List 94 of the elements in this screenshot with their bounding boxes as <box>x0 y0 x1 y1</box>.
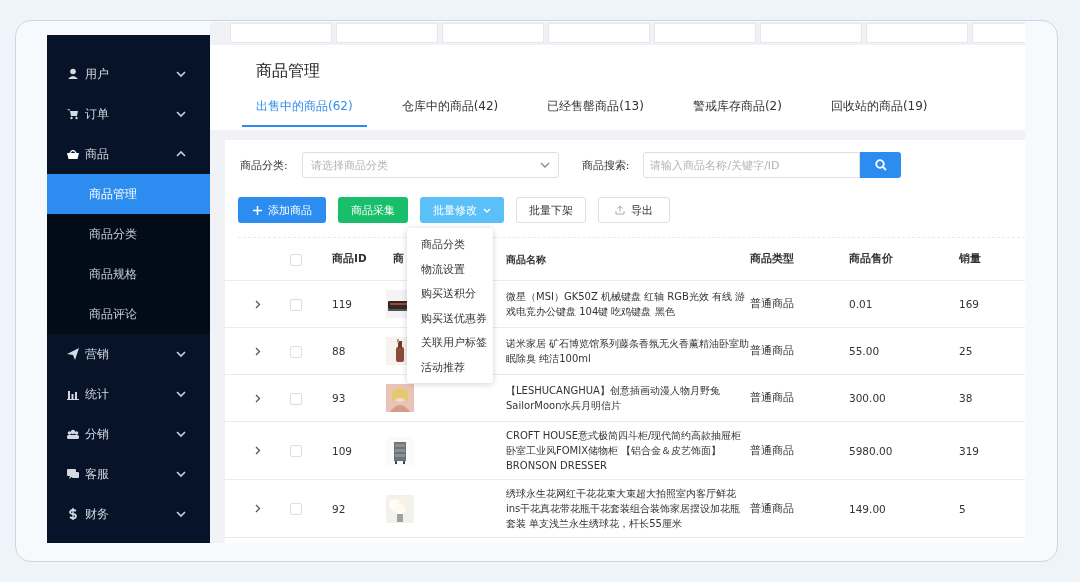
chevron-up-icon <box>483 207 491 213</box>
group-icon <box>67 428 79 440</box>
table-cell-text: 300.00 <box>849 392 887 404</box>
menu-option[interactable]: 关联用户标签 <box>407 330 493 355</box>
chevron-down-icon <box>539 161 550 169</box>
user-icon <box>67 68 79 80</box>
tab[interactable]: 警戒库存商品(2) <box>678 98 796 127</box>
table-cell-text: 92 <box>331 502 347 515</box>
dollar-icon <box>67 508 79 520</box>
menu-item[interactable]: 营销 <box>47 334 210 374</box>
table-cell-text: 诺米家居 矿石博览馆系列藤条香氛无火香薰精油卧室助眠除臭 纯洁100ml <box>506 337 750 366</box>
checkbox[interactable] <box>290 503 302 515</box>
table-cell-text: 绣球永生花网红干花花束大束超大拍照室内客厅鲜花ins干花真花带花瓶干花套装组合装饰家居摆设加花瓶套装 单支浅兰永生绣球花，杆长55厘米 <box>506 487 742 531</box>
table-cell-text: 149.00 <box>849 502 887 515</box>
chevron-up-icon <box>176 150 186 158</box>
column-header: 销量 <box>959 252 982 266</box>
tab-chip[interactable] <box>654 23 756 43</box>
checkbox[interactable] <box>290 345 302 358</box>
tab-chip[interactable] <box>760 23 862 43</box>
chevron-down-icon <box>176 430 186 438</box>
export-button[interactable]: 导出 <box>598 197 670 223</box>
search-icon <box>874 159 887 171</box>
tab-chip[interactable] <box>866 23 968 43</box>
table-cell-text: 普通商品 <box>750 391 795 405</box>
table-cell-text: 119 <box>331 298 354 310</box>
checkbox[interactable] <box>290 298 302 311</box>
checkbox[interactable] <box>290 253 302 266</box>
table-cell-text: 93 <box>331 392 347 404</box>
column-header: 商品类型 <box>750 252 795 266</box>
menu-item[interactable]: 客服 <box>47 454 210 494</box>
tab-chip[interactable] <box>336 23 438 43</box>
chevron-down-icon <box>176 470 186 478</box>
field-label: 商品分类: <box>240 157 288 173</box>
menu-item[interactable]: 商品 <box>47 134 210 174</box>
table-cell-text: 普通商品 <box>750 443 795 458</box>
table-cell-text: 普通商品 <box>750 344 795 358</box>
table-cell-text: 88 <box>331 345 347 357</box>
table-cell-text: 【LESHUCANGHUA】创意插画动漫人物月野兔SailorMoon水兵月明信片 <box>506 384 721 413</box>
search-button[interactable] <box>860 152 902 178</box>
tab[interactable]: 回收站的商品(19) <box>816 98 942 127</box>
menu-option[interactable]: 活动推荐 <box>407 354 493 379</box>
tab[interactable]: 仓库中的商品(42) <box>387 98 513 127</box>
tab[interactable]: 已经售罄商品(13) <box>533 98 658 127</box>
tab-chip[interactable] <box>442 23 544 43</box>
delist-button[interactable]: 批量下架 <box>516 197 586 223</box>
chevron-down-icon <box>176 70 186 78</box>
submenu-item[interactable]: 商品评论 <box>47 294 210 334</box>
table-cell-text: 普通商品 <box>750 501 795 516</box>
table-cell-text: 38 <box>959 392 974 404</box>
page-title: 商品管理 <box>256 60 321 82</box>
menu-option[interactable]: 购买送积分 <box>407 281 493 306</box>
column-header: 商品ID <box>331 252 368 266</box>
table-cell-text: 5980.00 <box>849 444 894 457</box>
table-cell-text: 0.01 <box>849 298 874 310</box>
table-cell-text: 319 <box>959 444 981 457</box>
tab-chip[interactable] <box>230 23 332 43</box>
cart-icon <box>67 108 79 120</box>
column-header: 商 <box>392 252 405 266</box>
chevron-down-icon <box>176 110 186 118</box>
column-header: 商品名称 <box>506 252 547 267</box>
table-cell-text: 25 <box>959 345 974 357</box>
checkbox[interactable] <box>290 445 302 457</box>
checkbox[interactable] <box>290 392 302 405</box>
table-cell-text: 109 <box>331 444 354 457</box>
menu-item[interactable]: 用户 <box>47 54 210 94</box>
search-field[interactable]: 请输入商品名称/关键字/ID <box>643 152 861 178</box>
table-cell-text: 5 <box>959 502 967 515</box>
menu-item[interactable]: 订单 <box>47 94 210 134</box>
table-cell-text: 55.00 <box>849 345 881 357</box>
menu-item[interactable]: 统计 <box>47 374 210 414</box>
submenu-item[interactable]: 商品规格 <box>47 254 210 294</box>
paper-plane-icon <box>67 348 79 360</box>
basket-icon <box>67 148 79 160</box>
chat-icon <box>67 468 79 480</box>
field-label: 商品搜索: <box>581 157 630 173</box>
chevron-down-icon <box>176 510 186 518</box>
upload-icon <box>615 205 625 215</box>
chevron-down-icon <box>176 350 186 358</box>
tab-chip[interactable] <box>548 23 650 43</box>
menu-option[interactable]: 物流设置 <box>407 256 493 281</box>
table-cell-text: 169 <box>959 298 981 310</box>
table-cell-text: 微星（MSI）GK50Z 机械键盘 红轴 RGB光效 有线 游戏电竞办公键盘 104键 吃鸡键盘 黑色 <box>506 290 747 319</box>
bar-chart-icon <box>67 388 79 400</box>
table-cell-text: 普通商品 <box>750 297 795 311</box>
menu-item[interactable]: 分销 <box>47 414 210 454</box>
chevron-down-icon <box>176 390 186 398</box>
menu-item[interactable]: 财务 <box>47 494 210 534</box>
tab[interactable]: 出售中的商品(62) <box>242 98 367 127</box>
submenu-item[interactable]: 商品分类 <box>47 214 210 254</box>
table-cell-text: CROFT HOUSE意式极简四斗柜/现代简约高款抽屉柜卧室工业风FOMIX储物柜 【铝合金＆皮艺饰面】 BRONSON DRESSER <box>506 429 743 473</box>
column-header: 商品售价 <box>849 252 894 266</box>
menu-option[interactable]: 购买送优惠券 <box>407 305 493 330</box>
plus-icon <box>253 205 262 215</box>
menu-option[interactable]: 商品分类 <box>407 232 493 257</box>
